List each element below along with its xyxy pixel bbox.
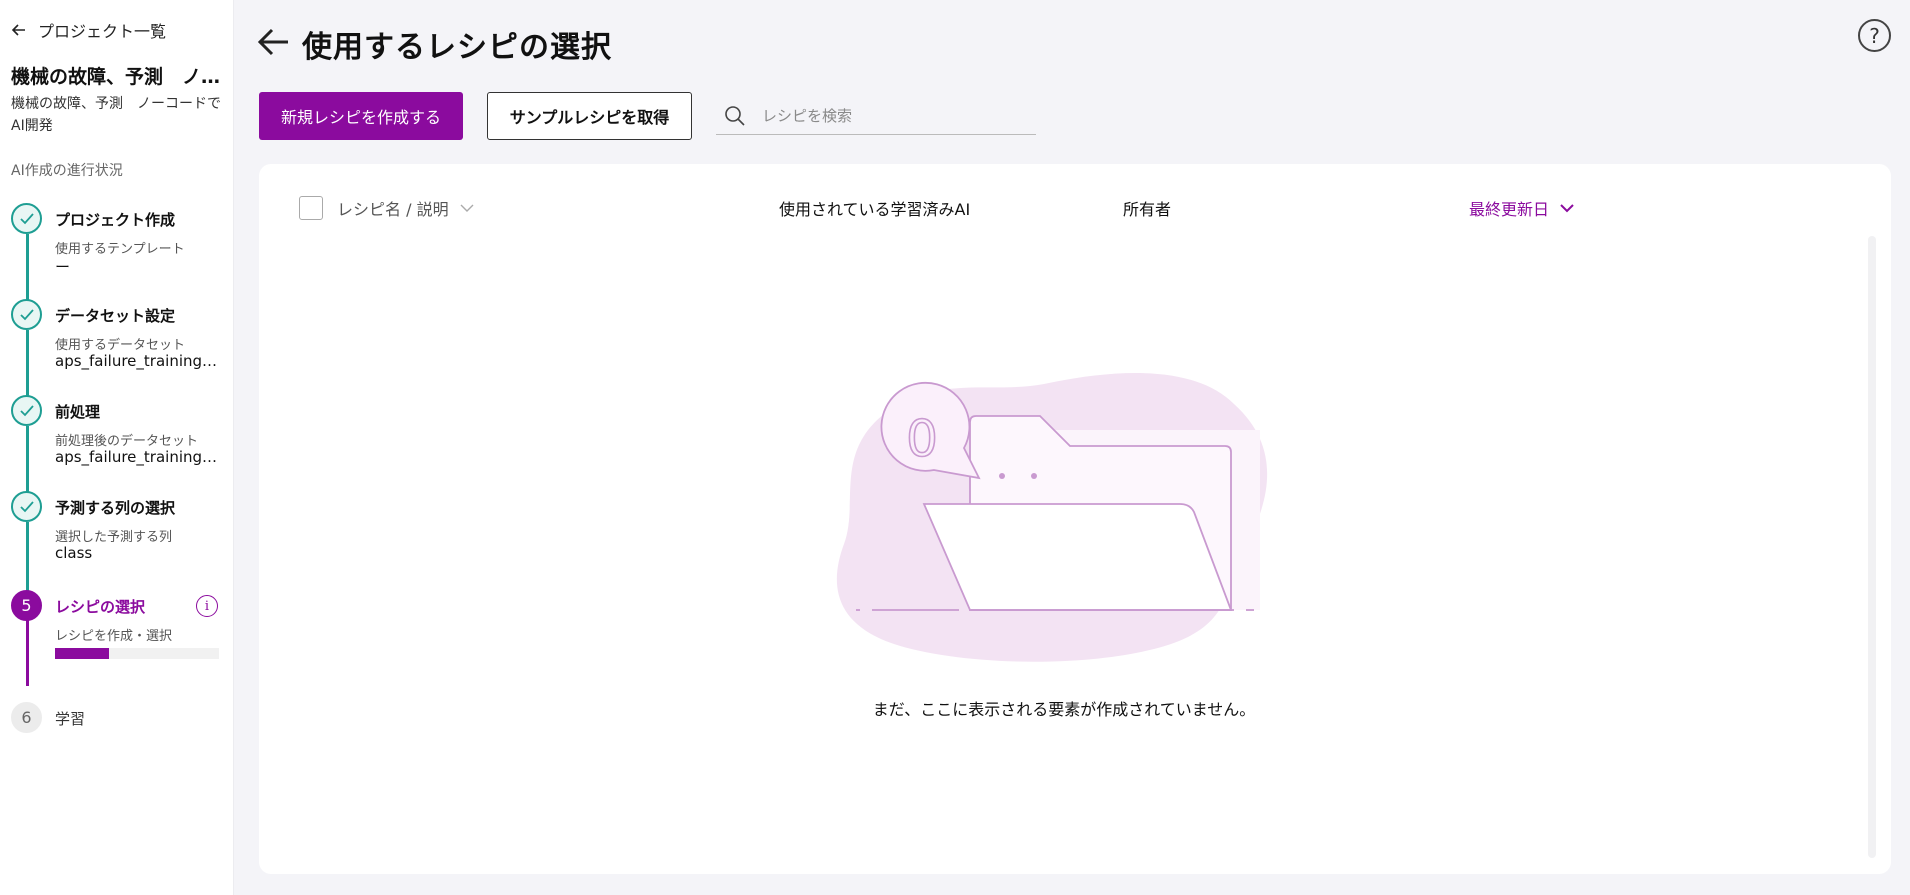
check-icon — [19, 500, 34, 512]
step-2-value: aps_failure_training_set — [55, 352, 220, 370]
check-icon — [19, 308, 34, 320]
column-header-name-label: レシピ名 / 説明 — [337, 200, 449, 219]
page-title: 使用するレシピの選択 — [302, 30, 612, 65]
step-4-subtitle: 選択した予測する列 — [55, 530, 173, 545]
progress-heading: AI作成の進行状況 — [11, 163, 123, 179]
column-header-trained-ai: 使用されている学習済みAI — [779, 200, 971, 219]
step-2-complete-indicator — [11, 299, 42, 330]
step-2-subtitle: 使用するデータセット — [55, 338, 186, 353]
step-connector — [26, 620, 29, 686]
step-4-value: class — [55, 544, 93, 562]
project-title: 機械の故障、予測 ノーコードでAI開発 — [11, 66, 226, 88]
step-5-progress-fill — [55, 648, 110, 659]
back-label: プロジェクト一覧 — [38, 22, 167, 41]
create-recipe-button[interactable]: 新規レシピを作成する — [259, 92, 463, 140]
step-3-title[interactable]: 前処理 — [55, 401, 100, 422]
step-4-title[interactable]: 予測する列の選択 — [55, 497, 175, 518]
scrollbar[interactable] — [1868, 236, 1876, 858]
step-1-complete-indicator — [11, 203, 42, 234]
step-1-title[interactable]: プロジェクト作成 — [55, 209, 175, 230]
help-icon[interactable]: ? — [1858, 19, 1891, 52]
step-1-value: ー — [55, 258, 71, 276]
chevron-down-icon — [460, 204, 474, 212]
arrow-left-icon — [11, 24, 25, 36]
step-1-subtitle: 使用するテンプレート — [55, 242, 185, 257]
info-icon[interactable]: i — [196, 595, 218, 617]
step-3-value: aps_failure_training_set — [55, 448, 220, 466]
column-header-last-updated-label: 最終更新日 — [1469, 200, 1550, 219]
chevron-down-icon — [1560, 204, 1574, 213]
empty-state-message: まだ、ここに表示される要素が作成されていません。 — [872, 700, 1256, 719]
step-5-title[interactable]: レシピの選択 — [55, 596, 145, 617]
step-5-subtitle: レシピを作成・選択 — [55, 629, 173, 644]
recipe-table-card: レシピ名 / 説明 使用されている学習済みAI 所有者 最終更新日 0 まだ、こ… — [259, 164, 1891, 874]
select-all-checkbox[interactable] — [299, 196, 323, 220]
project-description: 機械の故障、予測 ノーコードでAI開発 — [11, 96, 221, 134]
back-button[interactable] — [256, 24, 292, 60]
step-connector — [26, 234, 29, 304]
column-header-owner: 所有者 — [1123, 200, 1172, 219]
search-icon — [725, 106, 745, 126]
column-header-name[interactable]: レシピ名 / 説明 — [337, 196, 475, 220]
sidebar: プロジェクト一覧 機械の故障、予測 ノーコードでAI開発 機械の故障、予測 ノー… — [0, 0, 234, 895]
step-3-complete-indicator — [11, 395, 42, 426]
empty-count-glyph: 0 — [906, 410, 938, 468]
column-header-last-updated[interactable]: 最終更新日 — [1469, 196, 1575, 220]
step-2-title[interactable]: データセット設定 — [55, 305, 175, 326]
step-5-number: 5 — [11, 590, 42, 621]
check-icon — [19, 212, 34, 224]
get-sample-recipe-button[interactable]: サンプルレシピを取得 — [487, 92, 692, 140]
search-input[interactable] — [762, 107, 1022, 125]
arrow-left-icon — [257, 28, 288, 56]
step-connector — [26, 330, 29, 400]
back-to-projects-link[interactable]: プロジェクト一覧 — [10, 18, 166, 42]
step-connector — [26, 426, 29, 496]
check-icon — [19, 404, 34, 416]
step-6-title[interactable]: 学習 — [55, 708, 85, 729]
step-6-number: 6 — [11, 702, 42, 733]
step-3-subtitle: 前処理後のデータセット — [55, 434, 199, 449]
recipe-search — [716, 98, 1036, 135]
step-5-progress-bar — [55, 648, 219, 659]
step-connector — [26, 522, 29, 592]
empty-folder-illustration: 0 — [836, 372, 1268, 662]
step-4-complete-indicator — [11, 491, 42, 522]
